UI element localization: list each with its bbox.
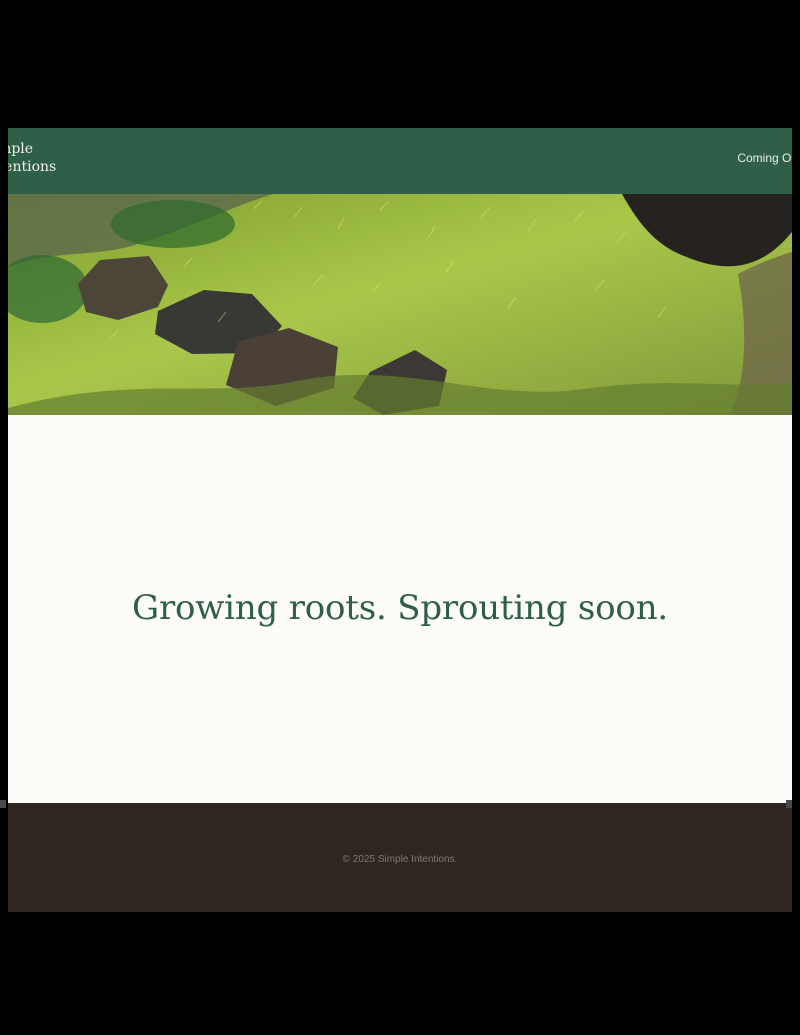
brand-line-2: Intentions	[8, 159, 57, 175]
coming-soon-nav-link[interactable]: Coming Our	[737, 151, 792, 165]
page-frame: Simple Intentions Coming Our	[8, 128, 792, 912]
right-scroll-marker	[786, 800, 792, 808]
site-footer: © 2025 Simple Intentions.	[8, 803, 792, 912]
main-content: Growing roots. Sprouting soon.	[8, 415, 792, 803]
brand-line-1: Simple	[8, 141, 34, 157]
site-logo-text[interactable]: Simple Intentions	[8, 140, 104, 176]
hero-moss-image	[8, 194, 792, 415]
site-header: Simple Intentions Coming Our	[8, 128, 792, 194]
moss-log-illustration	[8, 194, 792, 415]
copyright-text: © 2025 Simple Intentions.	[342, 854, 458, 865]
green-leaf	[111, 200, 235, 248]
coming-soon-tagline: Growing roots. Sprouting soon.	[131, 588, 669, 628]
left-scroll-marker	[0, 800, 6, 808]
